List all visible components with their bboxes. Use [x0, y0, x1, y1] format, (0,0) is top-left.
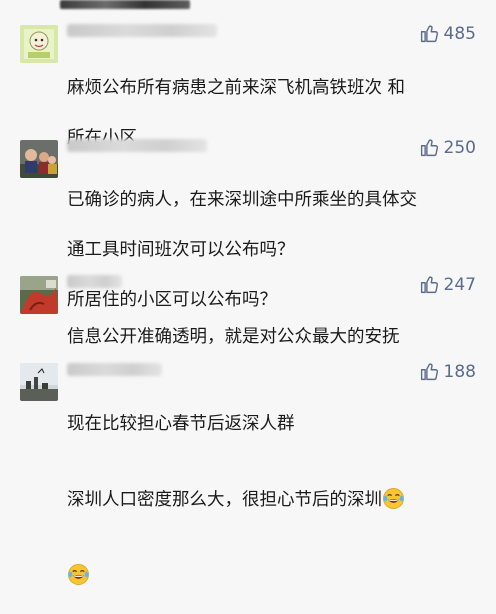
nickname-blurred: [67, 139, 207, 152]
thumbs-up-icon: [420, 25, 438, 43]
like-button[interactable]: 188: [419, 361, 476, 382]
like-count: 188: [443, 361, 476, 382]
redacted-header: [60, 0, 190, 9]
like-count: 250: [443, 137, 476, 158]
avatar-image: [20, 363, 58, 401]
avatar[interactable]: [20, 25, 58, 63]
like-count: 485: [443, 23, 476, 44]
thumbs-up-icon: [420, 139, 438, 157]
like-button[interactable]: 247: [419, 274, 476, 295]
avatar[interactable]: [20, 363, 58, 401]
crying-laughing-emoji-icon: [68, 564, 89, 585]
like-count: 247: [443, 274, 476, 295]
avatar-image: [20, 140, 58, 178]
nickname-blurred: [67, 275, 122, 288]
comment-text: 麻烦公布所有病患之前来深飞机高铁班次 和 所在小区: [67, 51, 476, 176]
comment-line: 通工具时间班次可以公布吗？: [67, 240, 295, 260]
avatar-image: [20, 276, 58, 314]
comment-text: 现在比较担心春节后返深人群 深圳人口密度那么大，很担心节后的深圳: [67, 387, 476, 614]
comment-line: 麻烦公布所有病患之前来深飞机高铁班次 和: [67, 78, 406, 98]
nickname-blurred: [67, 24, 217, 37]
like-button[interactable]: 485: [419, 23, 476, 44]
comment-line: [67, 538, 476, 589]
like-button[interactable]: 250: [419, 137, 476, 158]
comment-line-text: 深圳人口密度那么大，很担心节后的深圳: [67, 490, 382, 510]
thumbs-up-icon: [420, 276, 438, 294]
comment-line: 深圳人口密度那么大，很担心节后的深圳: [67, 462, 476, 513]
comment-line: 已确诊的病人，在来深圳途中所乘坐的具体交: [67, 190, 417, 210]
crying-laughing-emoji-icon: [383, 488, 404, 509]
comment-line: 现在比较担心春节后返深人群: [67, 414, 295, 434]
avatar-image: [20, 25, 58, 63]
thumbs-up-icon: [420, 363, 438, 381]
avatar[interactable]: [20, 276, 58, 314]
avatar[interactable]: [20, 140, 58, 178]
comment-line: 信息公开准确透明，就是对公众最大的安抚: [67, 327, 400, 347]
nickname-blurred: [67, 363, 162, 376]
